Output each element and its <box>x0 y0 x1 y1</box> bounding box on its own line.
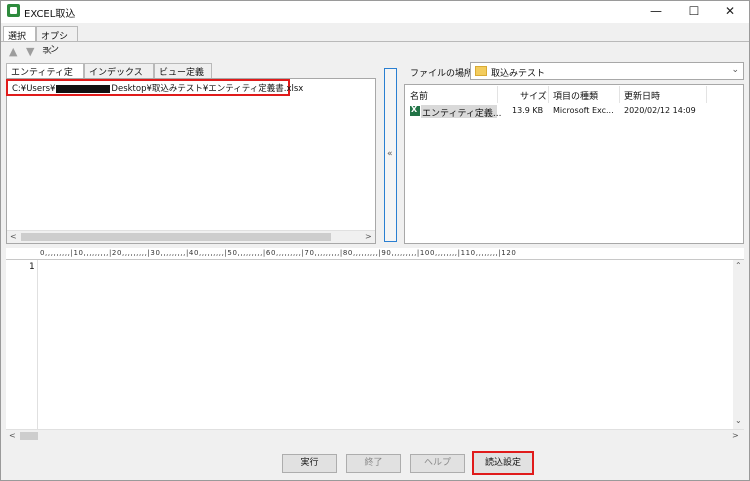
selected-file-path[interactable]: C:¥Users¥ Desktop¥取込みテスト¥エンティティ定義書.xlsx <box>6 79 303 96</box>
subtab-index-list[interactable]: インデックス一覧 <box>84 63 154 91</box>
move-up-icon[interactable]: ▲ <box>9 45 17 58</box>
collapse-left-icon: « <box>387 149 393 159</box>
scroll-down-icon[interactable]: ⌄ <box>735 416 742 425</box>
column-divider <box>706 86 707 103</box>
help-button[interactable]: ヘルプ <box>410 454 465 473</box>
close-button[interactable]: ✕ <box>712 2 748 20</box>
path-suffix: Desktop¥取込みテスト¥エンティティ定義書.xlsx <box>111 84 304 94</box>
column-header-type[interactable]: 項目の種類 <box>553 89 598 102</box>
file-location-label: ファイルの場所 <box>410 69 474 79</box>
text-editor[interactable] <box>6 260 744 430</box>
tab-options[interactable]: オプション <box>36 26 78 55</box>
file-location-value: 取込みテスト <box>491 69 546 79</box>
folder-icon <box>475 66 487 76</box>
column-divider <box>548 86 549 103</box>
run-button[interactable]: 実行 <box>282 454 337 473</box>
chevron-down-icon: ⌄ <box>731 65 739 75</box>
scroll-up-icon[interactable]: ⌃ <box>735 261 742 270</box>
scroll-right-icon[interactable]: > <box>365 232 372 241</box>
delete-icon[interactable]: ✕ <box>43 44 53 58</box>
collapse-splitter-button[interactable]: « <box>384 68 397 242</box>
title-bar <box>1 1 749 23</box>
left-panel-hscrollbar[interactable]: < > <box>7 230 375 243</box>
file-path-text: C:¥Users¥ Desktop¥取込みテスト¥エンティティ定義書.xlsx <box>12 82 303 94</box>
column-header-name[interactable]: 名前 <box>410 89 428 102</box>
editor-scroll-thumb[interactable] <box>20 432 38 440</box>
editor-scroll-right-icon[interactable]: > <box>732 431 739 440</box>
tab-select[interactable]: 選択 <box>3 26 36 42</box>
excel-app-icon <box>7 4 20 17</box>
column-divider <box>619 86 620 103</box>
excel-file-icon <box>410 105 420 116</box>
exit-button[interactable]: 終了 <box>346 454 401 473</box>
file-modified: 2020/02/12 14:09 <box>624 106 696 115</box>
subtab-entity-definition[interactable]: エンティティ定義書 <box>6 63 84 91</box>
window-title: EXCEL取込 <box>24 9 76 20</box>
file-size: 13.9 KB <box>512 106 544 115</box>
column-ruler: 0,,,,,,,,,|10,,,,,,,,,|20,,,,,,,,,|30,,,… <box>6 248 744 260</box>
minimize-button[interactable]: — <box>638 2 674 20</box>
ruler-scale: 0,,,,,,,,,|10,,,,,,,,,|20,,,,,,,,,|30,,,… <box>40 249 517 257</box>
path-prefix: C:¥Users¥ <box>12 84 56 94</box>
editor-vscrollbar[interactable]: ⌃ ⌄ <box>733 260 744 430</box>
editor-scroll-left-icon[interactable]: < <box>9 431 16 440</box>
subtab-view-definition[interactable]: ビュー定義書 <box>154 63 212 91</box>
maximize-button[interactable]: ☐ <box>676 2 712 20</box>
column-divider <box>497 86 498 103</box>
left-panel-scroll-thumb[interactable] <box>21 233 331 241</box>
line-number-gutter <box>6 260 38 430</box>
file-name: エンティティ定義... <box>422 109 502 119</box>
column-header-size[interactable]: サイズ <box>520 89 547 102</box>
file-location-select[interactable]: 取込みテスト ⌄ <box>470 62 744 80</box>
line-number: 1 <box>29 262 35 272</box>
scroll-left-icon[interactable]: < <box>10 232 17 241</box>
selected-files-panel[interactable] <box>6 78 376 244</box>
load-settings-button[interactable]: 読込設定 <box>472 451 534 475</box>
file-type: Microsoft Exc... <box>553 106 614 115</box>
editor-hscrollbar[interactable]: < > <box>6 429 744 442</box>
redacted-username <box>56 84 111 93</box>
tab-divider <box>1 41 749 42</box>
move-down-icon[interactable]: ▼ <box>26 45 34 58</box>
column-header-modified[interactable]: 更新日時 <box>624 89 660 102</box>
